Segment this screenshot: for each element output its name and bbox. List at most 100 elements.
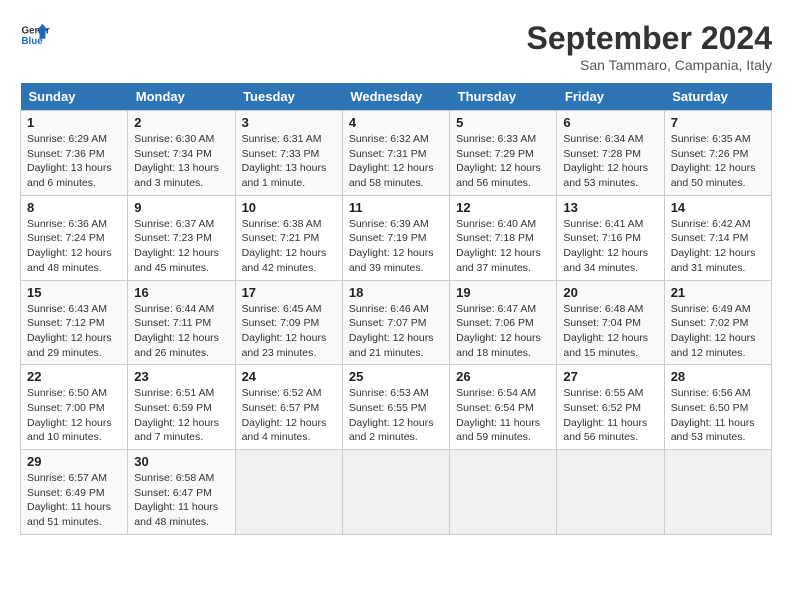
day-detail: Sunrise: 6:46 AM Sunset: 7:07 PM Dayligh… bbox=[349, 302, 443, 361]
day-detail: Sunrise: 6:50 AM Sunset: 7:00 PM Dayligh… bbox=[27, 386, 121, 445]
day-number: 12 bbox=[456, 200, 550, 215]
calendar-week-row: 15 Sunrise: 6:43 AM Sunset: 7:12 PM Dayli… bbox=[21, 280, 772, 365]
day-number: 30 bbox=[134, 454, 228, 469]
day-number: 27 bbox=[563, 369, 657, 384]
day-number: 9 bbox=[134, 200, 228, 215]
calendar-cell bbox=[557, 450, 664, 535]
day-number: 28 bbox=[671, 369, 765, 384]
day-detail: Sunrise: 6:38 AM Sunset: 7:21 PM Dayligh… bbox=[242, 217, 336, 276]
day-detail: Sunrise: 6:51 AM Sunset: 6:59 PM Dayligh… bbox=[134, 386, 228, 445]
day-detail: Sunrise: 6:36 AM Sunset: 7:24 PM Dayligh… bbox=[27, 217, 121, 276]
day-number: 11 bbox=[349, 200, 443, 215]
day-detail: Sunrise: 6:44 AM Sunset: 7:11 PM Dayligh… bbox=[134, 302, 228, 361]
weekday-header-thursday: Thursday bbox=[450, 83, 557, 111]
location: San Tammaro, Campania, Italy bbox=[527, 57, 772, 73]
day-number: 4 bbox=[349, 115, 443, 130]
month-title: September 2024 bbox=[527, 20, 772, 57]
calendar-cell: 8 Sunrise: 6:36 AM Sunset: 7:24 PM Daylig… bbox=[21, 195, 128, 280]
calendar-week-row: 1 Sunrise: 6:29 AM Sunset: 7:36 PM Daylig… bbox=[21, 111, 772, 196]
day-detail: Sunrise: 6:40 AM Sunset: 7:18 PM Dayligh… bbox=[456, 217, 550, 276]
day-number: 2 bbox=[134, 115, 228, 130]
day-number: 14 bbox=[671, 200, 765, 215]
weekday-header-tuesday: Tuesday bbox=[235, 83, 342, 111]
calendar-cell bbox=[664, 450, 771, 535]
day-number: 24 bbox=[242, 369, 336, 384]
day-number: 3 bbox=[242, 115, 336, 130]
day-number: 16 bbox=[134, 285, 228, 300]
calendar-cell: 2 Sunrise: 6:30 AM Sunset: 7:34 PM Daylig… bbox=[128, 111, 235, 196]
calendar-cell: 4 Sunrise: 6:32 AM Sunset: 7:31 PM Daylig… bbox=[342, 111, 449, 196]
weekday-header-friday: Friday bbox=[557, 83, 664, 111]
day-number: 21 bbox=[671, 285, 765, 300]
day-number: 8 bbox=[27, 200, 121, 215]
calendar-cell: 21 Sunrise: 6:49 AM Sunset: 7:02 PM Dayli… bbox=[664, 280, 771, 365]
day-detail: Sunrise: 6:49 AM Sunset: 7:02 PM Dayligh… bbox=[671, 302, 765, 361]
day-detail: Sunrise: 6:47 AM Sunset: 7:06 PM Dayligh… bbox=[456, 302, 550, 361]
day-detail: Sunrise: 6:41 AM Sunset: 7:16 PM Dayligh… bbox=[563, 217, 657, 276]
calendar-body: 1 Sunrise: 6:29 AM Sunset: 7:36 PM Daylig… bbox=[21, 111, 772, 535]
weekday-header-saturday: Saturday bbox=[664, 83, 771, 111]
day-detail: Sunrise: 6:52 AM Sunset: 6:57 PM Dayligh… bbox=[242, 386, 336, 445]
day-number: 6 bbox=[563, 115, 657, 130]
calendar-cell: 10 Sunrise: 6:38 AM Sunset: 7:21 PM Dayli… bbox=[235, 195, 342, 280]
day-number: 20 bbox=[563, 285, 657, 300]
day-number: 25 bbox=[349, 369, 443, 384]
day-number: 29 bbox=[27, 454, 121, 469]
calendar-cell: 15 Sunrise: 6:43 AM Sunset: 7:12 PM Dayli… bbox=[21, 280, 128, 365]
day-number: 13 bbox=[563, 200, 657, 215]
calendar-cell: 26 Sunrise: 6:54 AM Sunset: 6:54 PM Dayli… bbox=[450, 365, 557, 450]
day-detail: Sunrise: 6:43 AM Sunset: 7:12 PM Dayligh… bbox=[27, 302, 121, 361]
calendar-cell: 30 Sunrise: 6:58 AM Sunset: 6:47 PM Dayli… bbox=[128, 450, 235, 535]
calendar-cell: 3 Sunrise: 6:31 AM Sunset: 7:33 PM Daylig… bbox=[235, 111, 342, 196]
logo: General Blue bbox=[20, 20, 50, 50]
calendar-cell: 29 Sunrise: 6:57 AM Sunset: 6:49 PM Dayli… bbox=[21, 450, 128, 535]
title-block: September 2024 San Tammaro, Campania, It… bbox=[527, 20, 772, 73]
calendar-cell: 14 Sunrise: 6:42 AM Sunset: 7:14 PM Dayli… bbox=[664, 195, 771, 280]
day-detail: Sunrise: 6:30 AM Sunset: 7:34 PM Dayligh… bbox=[134, 132, 228, 191]
day-detail: Sunrise: 6:54 AM Sunset: 6:54 PM Dayligh… bbox=[456, 386, 550, 445]
calendar-cell: 22 Sunrise: 6:50 AM Sunset: 7:00 PM Dayli… bbox=[21, 365, 128, 450]
calendar-cell: 24 Sunrise: 6:52 AM Sunset: 6:57 PM Dayli… bbox=[235, 365, 342, 450]
calendar-week-row: 8 Sunrise: 6:36 AM Sunset: 7:24 PM Daylig… bbox=[21, 195, 772, 280]
day-detail: Sunrise: 6:32 AM Sunset: 7:31 PM Dayligh… bbox=[349, 132, 443, 191]
logo-icon: General Blue bbox=[20, 20, 50, 50]
calendar-cell: 12 Sunrise: 6:40 AM Sunset: 7:18 PM Dayli… bbox=[450, 195, 557, 280]
day-detail: Sunrise: 6:45 AM Sunset: 7:09 PM Dayligh… bbox=[242, 302, 336, 361]
weekday-header-sunday: Sunday bbox=[21, 83, 128, 111]
day-number: 18 bbox=[349, 285, 443, 300]
day-number: 23 bbox=[134, 369, 228, 384]
calendar-cell bbox=[450, 450, 557, 535]
calendar-cell: 20 Sunrise: 6:48 AM Sunset: 7:04 PM Dayli… bbox=[557, 280, 664, 365]
day-detail: Sunrise: 6:35 AM Sunset: 7:26 PM Dayligh… bbox=[671, 132, 765, 191]
calendar-cell: 6 Sunrise: 6:34 AM Sunset: 7:28 PM Daylig… bbox=[557, 111, 664, 196]
day-number: 17 bbox=[242, 285, 336, 300]
calendar-week-row: 22 Sunrise: 6:50 AM Sunset: 7:00 PM Dayli… bbox=[21, 365, 772, 450]
day-detail: Sunrise: 6:42 AM Sunset: 7:14 PM Dayligh… bbox=[671, 217, 765, 276]
calendar-cell: 27Sunrise: 6:55 AM Sunset: 6:52 PM Dayli… bbox=[557, 365, 664, 450]
day-detail: Sunrise: 6:29 AM Sunset: 7:36 PM Dayligh… bbox=[27, 132, 121, 191]
day-number: 26 bbox=[456, 369, 550, 384]
day-number: 19 bbox=[456, 285, 550, 300]
day-detail: Sunrise: 6:53 AM Sunset: 6:55 PM Dayligh… bbox=[349, 386, 443, 445]
weekday-header-row: SundayMondayTuesdayWednesdayThursdayFrid… bbox=[21, 83, 772, 111]
calendar-cell: 9Sunrise: 6:37 AM Sunset: 7:23 PM Daylig… bbox=[128, 195, 235, 280]
day-number: 15 bbox=[27, 285, 121, 300]
day-detail: Sunrise: 6:34 AM Sunset: 7:28 PM Dayligh… bbox=[563, 132, 657, 191]
day-detail: Sunrise: 6:48 AM Sunset: 7:04 PM Dayligh… bbox=[563, 302, 657, 361]
weekday-header-monday: Monday bbox=[128, 83, 235, 111]
day-detail: Sunrise: 6:39 AM Sunset: 7:19 PM Dayligh… bbox=[349, 217, 443, 276]
calendar-week-row: 29 Sunrise: 6:57 AM Sunset: 6:49 PM Dayli… bbox=[21, 450, 772, 535]
calendar-cell bbox=[235, 450, 342, 535]
day-detail: Sunrise: 6:57 AM Sunset: 6:49 PM Dayligh… bbox=[27, 471, 121, 530]
calendar-cell: 1 Sunrise: 6:29 AM Sunset: 7:36 PM Daylig… bbox=[21, 111, 128, 196]
calendar-table: SundayMondayTuesdayWednesdayThursdayFrid… bbox=[20, 83, 772, 535]
day-number: 5 bbox=[456, 115, 550, 130]
day-detail: Sunrise: 6:58 AM Sunset: 6:47 PM Dayligh… bbox=[134, 471, 228, 530]
day-number: 10 bbox=[242, 200, 336, 215]
day-detail: Sunrise: 6:31 AM Sunset: 7:33 PM Dayligh… bbox=[242, 132, 336, 191]
page-header: General Blue September 2024 San Tammaro,… bbox=[20, 20, 772, 73]
calendar-cell bbox=[342, 450, 449, 535]
calendar-cell: 23 Sunrise: 6:51 AM Sunset: 6:59 PM Dayli… bbox=[128, 365, 235, 450]
day-number: 1 bbox=[27, 115, 121, 130]
day-number: 22 bbox=[27, 369, 121, 384]
